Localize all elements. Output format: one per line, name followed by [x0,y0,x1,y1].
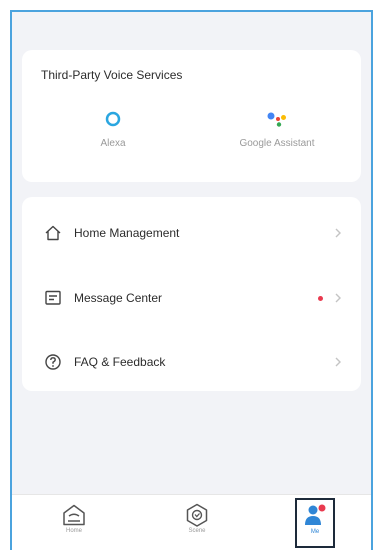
message-icon [45,290,61,305]
alexa-label: Alexa [100,138,126,149]
google-assistant-icon [202,108,352,130]
notification-dot [318,295,323,301]
bottom-tab-bar: Home Scene Me [12,494,371,550]
scene-tab-icon [186,503,208,527]
tab-me[interactable]: Me [295,498,335,548]
home-icon [45,225,61,241]
tab-home[interactable]: Home [52,501,96,545]
home-tab-icon [63,504,85,526]
google-assistant-label: Google Assistant [239,138,315,149]
help-icon [45,354,61,370]
google-assistant-service[interactable]: Google Assistant [202,108,352,149]
menu-card: Home Management Message Center FAQ & Fee… [22,197,361,391]
menu-item-home-management[interactable]: Home Management [22,208,361,258]
tab-scene[interactable]: Scene [175,501,219,545]
menu-item-label: Message Center [74,291,163,305]
chevron-right-icon [335,293,341,303]
menu-item-label: Home Management [74,226,180,240]
voice-services-card: Third-Party Voice Services Alexa Google … [22,50,361,182]
alexa-service[interactable]: Alexa [38,108,188,149]
me-tab-icon [305,504,326,525]
tab-label: Scene [188,528,206,534]
chevron-right-icon [335,357,341,367]
chevron-right-icon [335,228,341,238]
menu-item-message-center[interactable]: Message Center [22,273,361,323]
tab-label: Me [310,529,320,535]
menu-item-faq-feedback[interactable]: FAQ & Feedback [22,337,361,387]
menu-item-label: FAQ & Feedback [74,355,166,369]
tab-label: Home [65,528,82,534]
alexa-icon [38,108,188,130]
voice-services-title: Third-Party Voice Services [41,68,183,82]
